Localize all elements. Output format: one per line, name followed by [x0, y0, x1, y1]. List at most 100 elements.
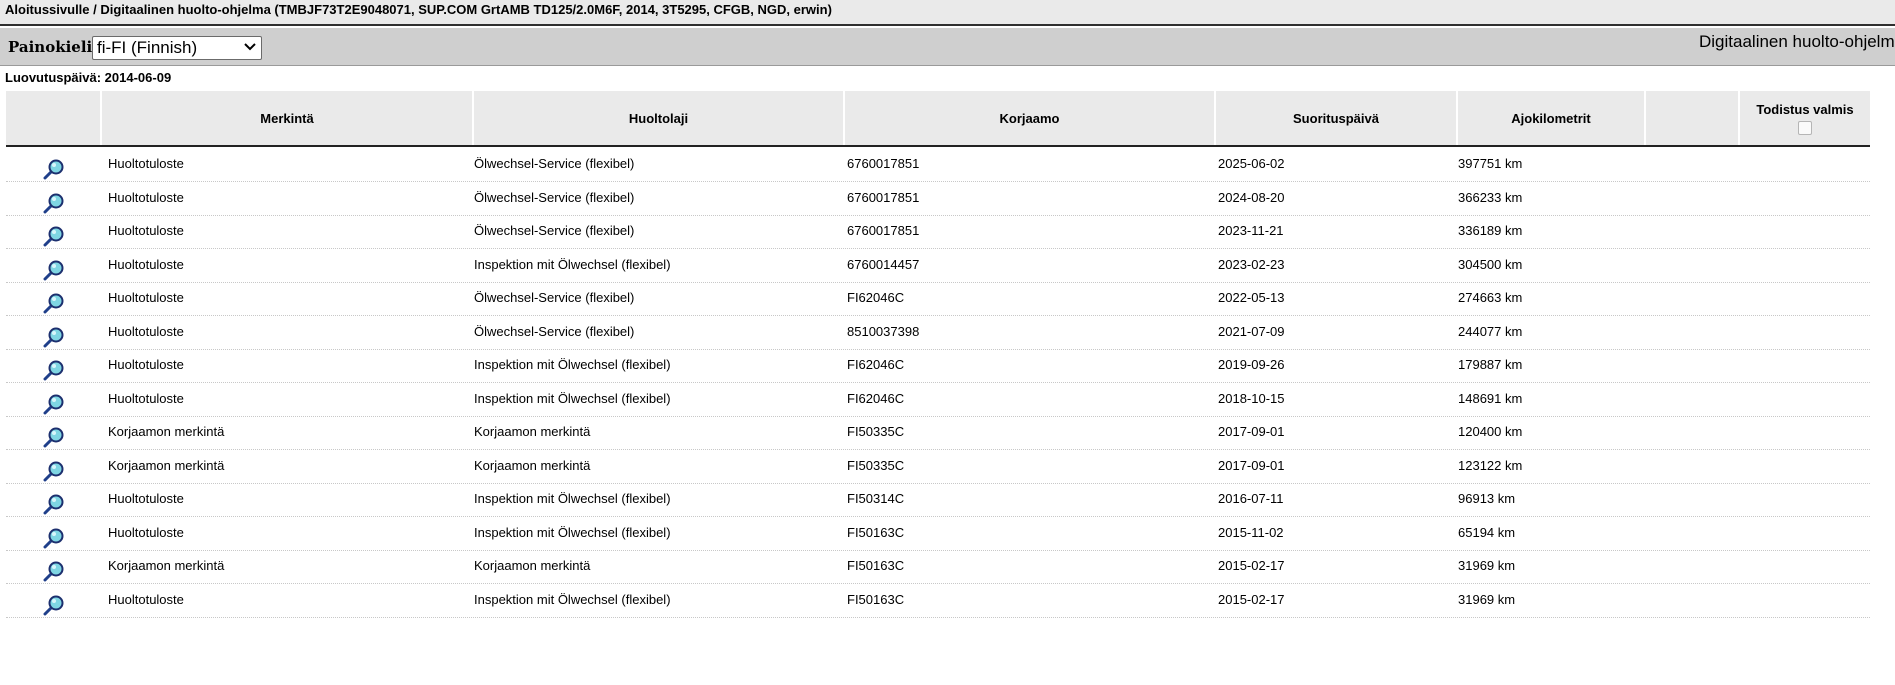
todistus-checkbox[interactable]	[1798, 120, 1812, 135]
cell-korjaamo: FI50335C	[847, 424, 905, 439]
cell-korjaamo: 8510037398	[847, 323, 920, 339]
magnifier-icon[interactable]	[42, 460, 66, 482]
cell-merkinta: Huoltotuloste	[108, 591, 184, 607]
table-row: Huoltotuloste Inspektion mit Ölwechsel (f…	[6, 517, 1870, 551]
cell-ajokilometrit: 120400 km	[1458, 424, 1523, 439]
cell-merkinta: Korjaamon merkintä	[108, 457, 225, 473]
cell-suorituspaiva: 2017-09-01	[1218, 457, 1285, 473]
cell-korjaamo: FI50163C	[847, 591, 905, 607]
magnifier-icon[interactable]	[42, 560, 66, 582]
cell-huoltolaji: Inspektion mit Ölwechsel (flexibel)	[474, 390, 671, 406]
cell-ajokilometrit: 336189 km	[1458, 223, 1523, 238]
cell-suorituspaiva: 2024-08-20	[1218, 189, 1285, 205]
magnifier-icon[interactable]	[42, 359, 66, 381]
table-row: Huoltotuloste Inspektion mit Ölwechsel (f…	[6, 584, 1870, 618]
table-row: Huoltotuloste Ölwechsel-Service (flexibel…	[6, 148, 1870, 182]
cell-ajokilometrit: 31969 km	[1458, 558, 1516, 573]
cell-korjaamo: 6760017851	[847, 189, 920, 205]
cell-korjaamo: FI50314C	[847, 491, 905, 506]
magnifier-icon[interactable]	[42, 326, 66, 348]
cell-ajokilometrit: 397751 km	[1458, 156, 1523, 171]
magnifier-icon[interactable]	[42, 225, 66, 247]
magnifier-icon[interactable]	[42, 292, 66, 314]
header-ajokilometrit[interactable]: Ajokilometrit	[1458, 91, 1644, 145]
cell-merkinta: Huoltotuloste	[108, 156, 184, 171]
table-row: Huoltotuloste Inspektion mit Ölwechsel (f…	[6, 249, 1870, 283]
cell-suorituspaiva: 2015-02-17	[1218, 558, 1285, 573]
cell-suorituspaiva: 2017-09-01	[1218, 424, 1285, 439]
cell-ajokilometrit: 96913 km	[1458, 491, 1516, 506]
table-row: Huoltotuloste Ölwechsel-Service (flexibel…	[6, 182, 1870, 216]
cell-merkinta: Huoltotuloste	[108, 491, 184, 506]
cell-huoltolaji: Ölwechsel-Service (flexibel)	[474, 223, 635, 238]
cell-huoltolaji: Inspektion mit Ölwechsel (flexibel)	[474, 591, 671, 607]
table-row: Korjaamon merkintä Korjaamon merkintä FI50…	[6, 550, 1870, 584]
cell-merkinta: Huoltotuloste	[108, 256, 184, 272]
table-row: Huoltotuloste Inspektion mit Ölwechsel (f…	[6, 383, 1870, 417]
cell-suorituspaiva: 2023-11-21	[1218, 223, 1284, 238]
toolbar: Painokieli: fi-FI (Finnish) Digitaalinen…	[0, 28, 1895, 66]
cell-korjaamo: FI62046C	[847, 390, 905, 406]
header-todistus-valmis: Todistus valmis	[1740, 91, 1870, 145]
table-row: Huoltotuloste Ölwechsel-Service (flexibel…	[6, 215, 1870, 249]
cell-korjaamo: FI62046C	[847, 357, 905, 372]
cell-korjaamo: 6760014457	[847, 256, 920, 272]
cell-merkinta: Korjaamon merkintä	[108, 424, 225, 439]
table-row: Huoltotuloste Inspektion mit Ölwechsel (f…	[6, 349, 1870, 383]
cell-merkinta: Huoltotuloste	[108, 189, 184, 205]
cell-merkinta: Huoltotuloste	[108, 357, 184, 372]
header-korjaamo[interactable]: Korjaamo	[845, 91, 1214, 145]
cell-ajokilometrit: 123122 km	[1458, 457, 1523, 473]
cell-korjaamo: FI50335C	[847, 457, 905, 473]
cell-merkinta: Huoltotuloste	[108, 390, 184, 406]
magnifier-icon[interactable]	[42, 527, 66, 549]
cell-huoltolaji: Ölwechsel-Service (flexibel)	[474, 323, 635, 339]
language-label: Painokieli:	[8, 38, 98, 56]
delivery-date: Luovutuspäivä: 2014-06-09	[5, 70, 172, 85]
magnifier-icon[interactable]	[42, 393, 66, 415]
magnifier-icon[interactable]	[42, 493, 66, 515]
header-todistus-label: Todistus valmis	[1756, 101, 1854, 117]
cell-ajokilometrit: 304500 km	[1458, 256, 1523, 272]
cell-ajokilometrit: 366233 km	[1458, 189, 1523, 205]
table-row: Huoltotuloste Ölwechsel-Service (flexibel…	[6, 316, 1870, 350]
cell-ajokilometrit: 274663 km	[1458, 290, 1523, 305]
cell-suorituspaiva: 2021-07-09	[1218, 323, 1285, 339]
magnifier-icon[interactable]	[42, 426, 66, 448]
breadcrumb: Aloitussivulle / Digitaalinen huolto-ohj…	[0, 0, 1895, 26]
cell-ajokilometrit: 31969 km	[1458, 591, 1516, 607]
magnifier-icon[interactable]	[42, 158, 66, 180]
cell-suorituspaiva: 2023-02-23	[1218, 256, 1285, 272]
cell-korjaamo: FI62046C	[847, 290, 905, 305]
cell-merkinta: Huoltotuloste	[108, 223, 184, 238]
cell-ajokilometrit: 65194 km	[1458, 524, 1516, 540]
cell-huoltolaji: Inspektion mit Ölwechsel (flexibel)	[474, 491, 671, 506]
header-suorituspaiva[interactable]: Suorituspäivä	[1216, 91, 1456, 145]
header-huoltolaji[interactable]: Huoltolaji	[474, 91, 843, 145]
cell-huoltolaji: Inspektion mit Ölwechsel (flexibel)	[474, 524, 671, 540]
cell-suorituspaiva: 2015-02-17	[1218, 591, 1285, 607]
magnifier-icon[interactable]	[42, 192, 66, 214]
cell-huoltolaji: Inspektion mit Ölwechsel (flexibel)	[474, 357, 671, 372]
table-row: Huoltotuloste Ölwechsel-Service (flexibel…	[6, 282, 1870, 316]
cell-suorituspaiva: 2018-10-15	[1218, 390, 1285, 406]
cell-korjaamo: FI50163C	[847, 558, 905, 573]
magnifier-icon[interactable]	[42, 594, 66, 616]
cell-korjaamo: FI50163C	[847, 524, 905, 540]
language-select-value: fi-FI (Finnish)	[97, 38, 198, 57]
cell-korjaamo: 6760017851	[847, 223, 920, 238]
cell-suorituspaiva: 2015-11-02	[1218, 524, 1284, 540]
program-title: Digitaalinen huolto-ohjelma	[1699, 32, 1895, 51]
cell-ajokilometrit: 244077 km	[1458, 323, 1523, 339]
cell-huoltolaji: Ölwechsel-Service (flexibel)	[474, 156, 635, 171]
cell-merkinta: Huoltotuloste	[108, 323, 184, 339]
header-empty	[1646, 91, 1738, 145]
cell-suorituspaiva: 2022-05-13	[1218, 290, 1285, 305]
magnifier-icon[interactable]	[42, 259, 66, 281]
cell-suorituspaiva: 2016-07-11	[1218, 491, 1284, 506]
header-merkinta[interactable]: Merkintä	[102, 91, 472, 145]
header-divider	[6, 145, 1870, 147]
cell-huoltolaji: Korjaamon merkintä	[474, 457, 591, 473]
language-select[interactable]: fi-FI (Finnish)	[92, 36, 262, 60]
chevron-down-icon	[243, 37, 257, 59]
